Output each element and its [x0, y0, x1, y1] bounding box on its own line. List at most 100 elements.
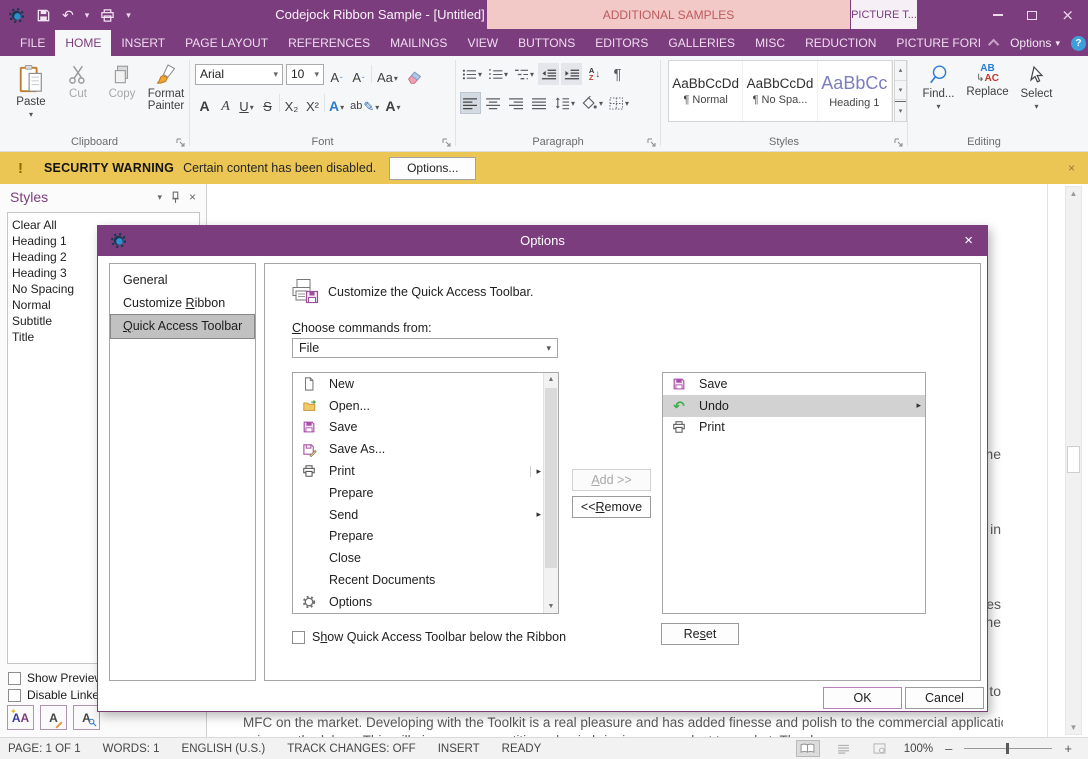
- scroll-up-icon[interactable]: ▲: [544, 376, 558, 383]
- commands-list-scrollbar[interactable]: ▲ ▼: [543, 373, 558, 613]
- remove-button[interactable]: << Remove: [572, 496, 651, 518]
- zoom-level[interactable]: 100%: [904, 743, 933, 755]
- style-inspector-button[interactable]: A: [40, 705, 67, 730]
- zoom-slider-thumb[interactable]: [1006, 743, 1009, 754]
- command-item-close[interactable]: Close: [293, 547, 558, 569]
- tab-page-layout[interactable]: PAGE LAYOUT: [175, 30, 278, 56]
- font-name-combo[interactable]: Arial▾: [195, 64, 283, 85]
- font-size-combo[interactable]: 10▾: [286, 64, 324, 85]
- command-item-save[interactable]: Save: [293, 417, 558, 439]
- show-paragraph-marks-button[interactable]: ¶: [607, 63, 628, 85]
- format-painter-button[interactable]: Format Painter: [144, 58, 188, 112]
- tab-reduction[interactable]: REDUCTION: [795, 30, 886, 56]
- scrollbar-thumb[interactable]: [545, 388, 557, 568]
- show-preview-checkbox[interactable]: Show Preview: [8, 671, 103, 685]
- tab-insert[interactable]: INSERT: [111, 30, 175, 56]
- style-no-spacing[interactable]: AaBbCcDd ¶ No Spa...: [743, 61, 817, 121]
- qat-undo-dropdown-icon[interactable]: ▾: [85, 10, 90, 21]
- nav-item-general[interactable]: General: [111, 269, 254, 292]
- underline-button[interactable]: U▾: [237, 92, 256, 114]
- qat-customize-dropdown-icon[interactable]: ▾: [126, 10, 131, 21]
- clipboard-dialog-launcher-icon[interactable]: [176, 138, 185, 147]
- command-item-print[interactable]: Print ▸: [293, 460, 558, 482]
- dialog-close-icon[interactable]: ×: [964, 226, 973, 256]
- tab-picture-format[interactable]: PICTURE FORI: [886, 30, 991, 56]
- show-below-ribbon-checkbox[interactable]: Show Quick Access Toolbar below the Ribb…: [292, 630, 566, 644]
- gallery-scroll-up-icon[interactable]: ▴: [895, 61, 906, 81]
- qat-print-icon[interactable]: [100, 8, 115, 23]
- styles-dialog-launcher-icon[interactable]: [894, 138, 903, 147]
- status-insert-mode[interactable]: INSERT: [438, 743, 480, 755]
- shading-bucket-button[interactable]: ▾: [579, 92, 605, 114]
- minimize-icon[interactable]: [993, 14, 1003, 16]
- pane-pin-icon[interactable]: [171, 191, 180, 204]
- tab-buttons[interactable]: BUTTONS: [508, 30, 585, 56]
- scroll-up-icon[interactable]: ▲: [1066, 189, 1081, 198]
- zoom-in-button[interactable]: +: [1064, 741, 1072, 756]
- tab-mailings[interactable]: MAILINGS: [380, 30, 457, 56]
- checkbox-icon[interactable]: [8, 689, 21, 702]
- command-item-options[interactable]: Options: [293, 591, 558, 613]
- scroll-down-icon[interactable]: ▼: [544, 603, 558, 610]
- web-layout-view-button[interactable]: [868, 740, 892, 757]
- find-button[interactable]: Find... ▾: [914, 58, 963, 111]
- italic-button[interactable]: A: [216, 92, 235, 114]
- paste-button[interactable]: Paste ▾: [8, 58, 54, 121]
- subscript-button[interactable]: X₂: [282, 92, 301, 114]
- add-button[interactable]: Add >>: [572, 469, 651, 491]
- app-gear-icon[interactable]: [8, 7, 25, 24]
- style-normal[interactable]: AaBbCcDd ¶ Normal: [669, 61, 743, 121]
- qat-save-icon[interactable]: [36, 8, 51, 23]
- new-style-button[interactable]: AA✦: [7, 705, 34, 730]
- tab-editors[interactable]: EDITORS: [585, 30, 658, 56]
- pane-dropdown-icon[interactable]: ▾: [157, 192, 162, 203]
- align-center-button[interactable]: [483, 92, 504, 114]
- help-icon[interactable]: ?: [1071, 36, 1086, 51]
- numbered-list-button[interactable]: ▾: [486, 63, 510, 85]
- draft-view-button[interactable]: [832, 740, 856, 757]
- nav-item-quick-access-toolbar[interactable]: Quick Access Toolbar: [111, 315, 254, 338]
- qat-undo-icon[interactable]: ↶: [62, 7, 74, 24]
- command-item-open[interactable]: Open...: [293, 395, 558, 417]
- options-menu[interactable]: Options▾: [1010, 36, 1060, 50]
- justify-button[interactable]: [529, 92, 550, 114]
- checkbox-icon[interactable]: [292, 631, 305, 644]
- toolbar-items-list[interactable]: Save ↶ Undo ▸ Print: [662, 372, 926, 614]
- gallery-scroll-down-icon[interactable]: ▾: [895, 81, 906, 101]
- vertical-scrollbar[interactable]: ▲ ▼: [1065, 186, 1082, 735]
- sort-button[interactable]: AZ↓: [584, 63, 605, 85]
- scroll-down-icon[interactable]: ▼: [1066, 723, 1081, 732]
- command-item-save-as[interactable]: Save As...: [293, 438, 558, 460]
- security-close-icon[interactable]: ×: [1068, 161, 1075, 175]
- toolbar-item-undo[interactable]: ↶ Undo ▸: [663, 395, 925, 417]
- tab-file[interactable]: FILE: [10, 30, 55, 56]
- pane-close-icon[interactable]: ×: [189, 190, 196, 204]
- contextual-tab-picture-tools[interactable]: PICTURE T...: [851, 0, 917, 29]
- text-effects-button[interactable]: A▾: [327, 92, 346, 114]
- paragraph-dialog-launcher-icon[interactable]: [647, 138, 656, 147]
- replace-button[interactable]: AB↳AC Replace: [963, 58, 1012, 111]
- checkbox-icon[interactable]: [8, 672, 21, 685]
- font-color-button[interactable]: A▾: [383, 92, 402, 114]
- zoom-slider[interactable]: [964, 748, 1052, 749]
- gallery-expand-icon[interactable]: ▾: [895, 101, 906, 121]
- cancel-button[interactable]: Cancel: [905, 687, 984, 709]
- status-page[interactable]: PAGE: 1 OF 1: [8, 743, 81, 755]
- reset-button[interactable]: Reset: [661, 623, 739, 645]
- maximize-icon[interactable]: [1027, 11, 1037, 20]
- tab-misc[interactable]: MISC: [745, 30, 795, 56]
- tab-references[interactable]: REFERENCES: [278, 30, 380, 56]
- command-item-recent-documents[interactable]: Recent Documents: [293, 569, 558, 591]
- status-words[interactable]: WORDS: 1: [103, 743, 160, 755]
- status-track-changes[interactable]: TRACK CHANGES: OFF: [287, 743, 415, 755]
- command-item-new[interactable]: New: [293, 373, 558, 395]
- zoom-out-button[interactable]: –: [945, 741, 952, 756]
- cut-button[interactable]: Cut: [56, 58, 100, 112]
- increase-indent-button[interactable]: [561, 63, 582, 85]
- select-button[interactable]: Select ▾: [1012, 58, 1061, 111]
- grow-font-button[interactable]: Aˆ: [327, 63, 346, 85]
- toolbar-item-save[interactable]: Save: [663, 373, 925, 395]
- copy-button[interactable]: Copy: [100, 58, 144, 112]
- tab-home[interactable]: HOME: [55, 30, 111, 56]
- bold-button[interactable]: A: [195, 92, 214, 114]
